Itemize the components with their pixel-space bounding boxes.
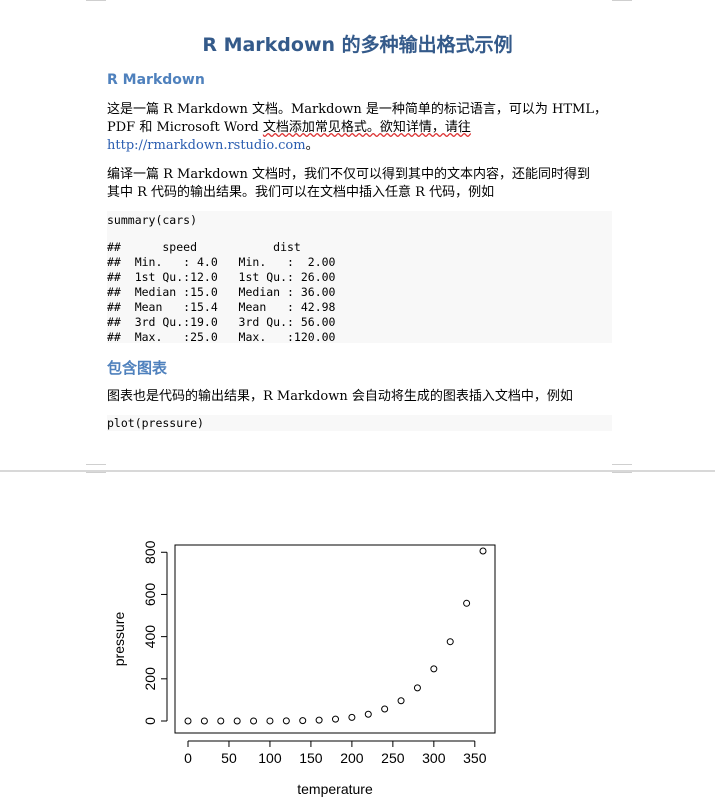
data-point — [479, 547, 487, 555]
data-point — [282, 717, 290, 725]
code-block-summary: summary(cars) ## speed dist ## Min. : 4.… — [107, 211, 612, 345]
page-corner-mark — [86, 0, 106, 1]
x-tick-label: 300 — [422, 750, 446, 766]
output-line: ## Min. : 4.0 Min. : 2.00 — [107, 255, 350, 269]
link-tail: 。 — [305, 138, 319, 153]
page-1: R Markdown 的多种输出格式示例 R Markdown 这是一篇 R M… — [0, 0, 715, 470]
data-point — [184, 717, 192, 725]
data-point — [200, 717, 208, 725]
page-corner-mark — [86, 464, 106, 465]
output-line: ## 1st Qu.:12.0 1st Qu.: 26.00 — [107, 270, 350, 284]
data-point — [348, 713, 356, 721]
intro-line-2-text: PDF 和 Microsoft Word — [107, 120, 263, 135]
output-line: ## 3rd Qu.:19.0 3rd Qu.: 56.00 — [107, 315, 350, 329]
y-tick-label: 0 — [142, 717, 158, 725]
code-plot-pressure: plot(pressure) — [107, 416, 204, 430]
intro-line-1: 这是一篇 R Markdown 文档。Markdown 是一种简单的标记语言，可… — [107, 102, 608, 117]
code-summary-cars: summary(cars) — [107, 213, 198, 227]
intro-line-2: PDF 和 Microsoft Word 文档添加常见格式。欲知详情，请往 — [107, 119, 612, 137]
output-line: ## Mean :15.4 Mean : 42.98 — [107, 300, 350, 314]
plot-frame — [174, 544, 496, 734]
data-point — [381, 705, 389, 713]
pressure-chart: 0 50 100 150 200 250 300 350 0 200 400 600 800 temper… — [0, 472, 715, 799]
data-point — [233, 717, 241, 725]
data-point — [463, 599, 471, 607]
x-axis-label: temperature — [297, 781, 373, 797]
data-point — [397, 697, 405, 705]
intro-paragraph: 这是一篇 R Markdown 文档。Markdown 是一种简单的标记语言，可… — [107, 101, 612, 155]
x-tick-label: 50 — [221, 750, 237, 766]
page-corner-mark — [612, 0, 632, 1]
intro-line-3: http://rmarkdown.rstudio.com。 — [107, 137, 612, 155]
x-tick-label: 0 — [184, 750, 192, 766]
output-line: ## Max. :25.0 Max. :120.00 — [107, 330, 350, 344]
compile-line-2: 其中 R 代码的输出结果。我们可以在文档中插入任意 R 代码，例如 — [107, 185, 495, 200]
pressure-scatter-plot: 0 50 100 150 200 250 300 350 0 200 400 600 800 temper… — [111, 540, 496, 797]
x-tick-label: 350 — [463, 750, 487, 766]
compile-line-1: 编译一篇 R Markdown 文档时，我们不仅可以得到其中的文本内容，还能同时… — [107, 167, 590, 182]
data-point — [332, 715, 339, 723]
figures-paragraph: 图表也是代码的输出结果，R Markdown 会自动将生成的图表插入文档中，例如 — [107, 389, 573, 404]
data-point — [430, 665, 438, 673]
data-point — [266, 717, 274, 725]
section-heading-figures: 包含图表 — [107, 359, 168, 377]
data-point — [364, 710, 372, 718]
data-point — [446, 638, 454, 646]
data-point — [250, 717, 258, 725]
data-point — [315, 716, 323, 724]
code-output-summary: ## speed dist ## Min. : 4.0 Min. : 2.00 … — [107, 240, 612, 345]
compile-paragraph: 编译一篇 R Markdown 文档时，我们不仅可以得到其中的文本内容，还能同时… — [107, 166, 612, 202]
x-tick-label: 200 — [340, 750, 364, 766]
y-axis-label: pressure — [111, 612, 127, 667]
data-point — [299, 717, 307, 725]
output-line: ## speed dist — [107, 240, 350, 254]
data-point — [217, 717, 225, 725]
page-corner-mark — [612, 464, 632, 465]
y-tick-label: 800 — [142, 540, 158, 564]
data-point — [413, 684, 421, 692]
y-tick-label: 600 — [142, 583, 158, 607]
output-line: ## Median :15.0 Median : 36.00 — [107, 285, 350, 299]
y-tick-label: 200 — [142, 667, 158, 691]
rmarkdown-link[interactable]: http://rmarkdown.rstudio.com — [107, 138, 306, 153]
spellcheck-flagged-text: 文档添加常见格式。欲知详情，请往 — [262, 120, 471, 135]
x-tick-label: 100 — [258, 750, 282, 766]
y-tick-label: 400 — [142, 625, 158, 649]
section-heading-r-markdown: R Markdown — [107, 72, 205, 88]
code-block-plot: plot(pressure) — [107, 415, 612, 431]
x-tick-label: 250 — [381, 750, 405, 766]
x-tick-label: 150 — [299, 750, 323, 766]
document-title: R Markdown 的多种输出格式示例 — [202, 34, 513, 56]
